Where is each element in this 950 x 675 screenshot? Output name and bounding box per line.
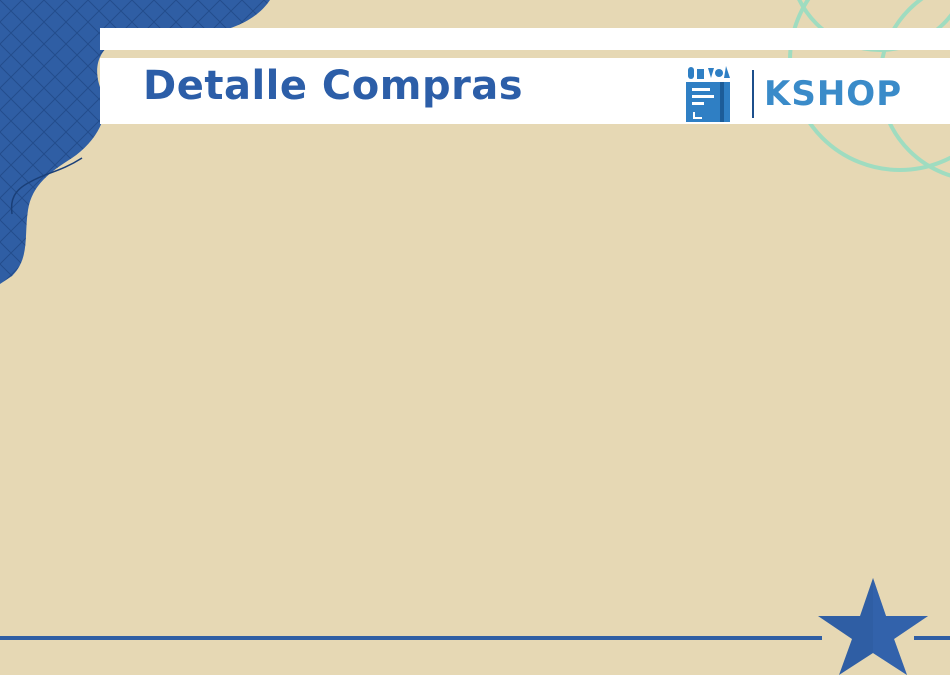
star-icon: [818, 578, 928, 675]
page-title: Detalle Compras: [143, 63, 524, 109]
shopping-bag-icon: [686, 66, 730, 122]
top-thin-band: [100, 28, 950, 50]
brand-name: KSHOP: [764, 74, 903, 114]
brand-logo: KSHOP: [684, 64, 944, 122]
logo-divider: [752, 70, 754, 118]
footer-line: [0, 636, 822, 640]
